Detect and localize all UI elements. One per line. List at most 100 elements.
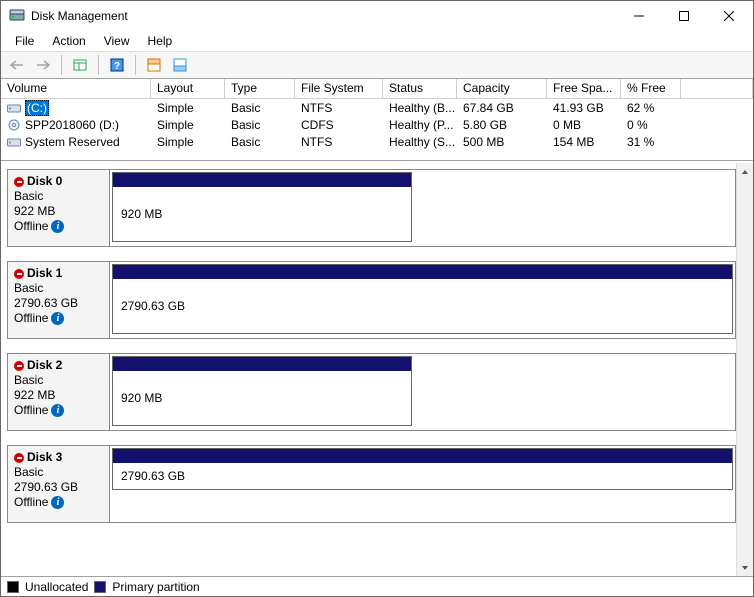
scroll-track[interactable] <box>737 180 753 559</box>
volume-name: (C:) <box>25 100 49 116</box>
partition-header <box>113 265 732 279</box>
volume-pct: 62 % <box>621 101 681 115</box>
disk-status: Offline <box>14 495 48 510</box>
partition-area: 2790.63 GB <box>110 262 735 338</box>
partition-header <box>113 173 411 187</box>
col-type[interactable]: Type <box>225 79 295 98</box>
partition-label: 2790.63 GB <box>121 469 185 483</box>
volume-free: 0 MB <box>547 118 621 132</box>
maximize-button[interactable] <box>661 2 706 30</box>
col-capacity[interactable]: Capacity <box>457 79 547 98</box>
disk-size: 922 MB <box>14 388 103 403</box>
disk-size: 2790.63 GB <box>14 296 103 311</box>
volume-row[interactable]: SPP2018060 (D:)SimpleBasicCDFSHealthy (P… <box>1 116 753 133</box>
toolbar-separator <box>135 55 136 75</box>
volume-row[interactable]: (C:) SimpleBasicNTFSHealthy (B...67.84 GB… <box>1 99 753 116</box>
error-icon <box>14 453 24 463</box>
volume-list: Volume Layout Type File System Status Ca… <box>1 79 753 161</box>
cd-icon <box>7 119 21 131</box>
disk-rows: Disk 0Basic922 MBOfflinei920 MBDisk 1Bas… <box>1 163 736 576</box>
menubar: File Action View Help <box>1 31 753 51</box>
drive-icon <box>7 102 21 114</box>
disk-status: Offline <box>14 311 48 326</box>
volume-pct: 0 % <box>621 118 681 132</box>
app-icon <box>9 8 25 24</box>
col-pct[interactable]: % Free <box>621 79 681 98</box>
info-icon[interactable]: i <box>51 496 64 509</box>
volume-rows: (C:)SimpleBasicNTFSHealthy (B...67.84 GB… <box>1 99 753 150</box>
volume-layout: Simple <box>151 101 225 115</box>
disk-row: Disk 2Basic922 MBOfflinei920 MB <box>7 353 736 431</box>
volume-fs: NTFS <box>295 101 383 115</box>
volume-type: Basic <box>225 135 295 149</box>
partition[interactable]: 2790.63 GB <box>112 448 733 490</box>
close-button[interactable] <box>706 2 751 30</box>
disk-info[interactable]: Disk 2Basic922 MBOfflinei <box>8 354 110 430</box>
legend-primary: Primary partition <box>112 580 199 594</box>
menu-file[interactable]: File <box>7 33 42 49</box>
info-icon[interactable]: i <box>51 220 64 233</box>
disk-info[interactable]: Disk 3Basic2790.63 GBOfflinei <box>8 446 110 522</box>
drive-icon <box>7 136 21 148</box>
volume-capacity: 67.84 GB <box>457 101 547 115</box>
volume-name: System Reserved <box>25 135 120 149</box>
properties-button[interactable] <box>68 54 92 76</box>
volume-type: Basic <box>225 118 295 132</box>
info-icon[interactable]: i <box>51 404 64 417</box>
volume-type: Basic <box>225 101 295 115</box>
volume-pct: 31 % <box>621 135 681 149</box>
error-icon <box>14 361 24 371</box>
volume-capacity: 5.80 GB <box>457 118 547 132</box>
swatch-unallocated <box>7 581 19 593</box>
partition-area: 920 MB <box>110 170 735 246</box>
disk-info[interactable]: Disk 0Basic922 MBOfflinei <box>8 170 110 246</box>
toolbar: ? <box>1 51 753 79</box>
volume-row[interactable]: System Reserved SimpleBasicNTFSHealthy (S… <box>1 133 753 150</box>
volume-fs: NTFS <box>295 135 383 149</box>
info-icon[interactable]: i <box>51 312 64 325</box>
partition-area: 2790.63 GB <box>110 446 735 522</box>
volume-list-header: Volume Layout Type File System Status Ca… <box>1 79 753 99</box>
error-icon <box>14 177 24 187</box>
volume-layout: Simple <box>151 118 225 132</box>
volume-status: Healthy (S... <box>383 135 457 149</box>
scroll-up-button[interactable] <box>737 163 753 180</box>
disk-type: Basic <box>14 281 103 296</box>
disk-row: Disk 3Basic2790.63 GBOfflinei 2790.63 GB <box>7 445 736 523</box>
disk-row: Disk 1Basic2790.63 GBOfflinei2790.63 GB <box>7 261 736 339</box>
scrollbar[interactable] <box>736 163 753 576</box>
help-button[interactable]: ? <box>105 54 129 76</box>
view-bottom-button[interactable] <box>168 54 192 76</box>
disk-info[interactable]: Disk 1Basic2790.63 GBOfflinei <box>8 262 110 338</box>
scroll-down-button[interactable] <box>737 559 753 576</box>
view-top-button[interactable] <box>142 54 166 76</box>
volume-status: Healthy (P... <box>383 118 457 132</box>
col-spacer <box>681 79 753 98</box>
error-icon <box>14 269 24 279</box>
volume-status: Healthy (B... <box>383 101 457 115</box>
col-layout[interactable]: Layout <box>151 79 225 98</box>
volume-free: 154 MB <box>547 135 621 149</box>
partition-header <box>113 357 411 371</box>
disk-name: Disk 1 <box>27 266 62 281</box>
menu-action[interactable]: Action <box>44 33 93 49</box>
menu-view[interactable]: View <box>96 33 138 49</box>
partition[interactable]: 2790.63 GB <box>112 264 733 334</box>
minimize-button[interactable] <box>616 2 661 30</box>
partition-label: 920 MB <box>121 207 162 221</box>
titlebar: Disk Management <box>1 1 753 31</box>
back-button[interactable] <box>5 54 29 76</box>
menu-help[interactable]: Help <box>140 33 181 49</box>
partition[interactable]: 920 MB <box>112 172 412 242</box>
volume-layout: Simple <box>151 135 225 149</box>
partition[interactable]: 920 MB <box>112 356 412 426</box>
col-free[interactable]: Free Spa... <box>547 79 621 98</box>
forward-button[interactable] <box>31 54 55 76</box>
legend: Unallocated Primary partition <box>1 576 753 596</box>
volume-name: SPP2018060 (D:) <box>25 118 119 132</box>
col-fs[interactable]: File System <box>295 79 383 98</box>
toolbar-separator <box>61 55 62 75</box>
swatch-primary <box>94 581 106 593</box>
col-status[interactable]: Status <box>383 79 457 98</box>
col-volume[interactable]: Volume <box>1 79 151 98</box>
